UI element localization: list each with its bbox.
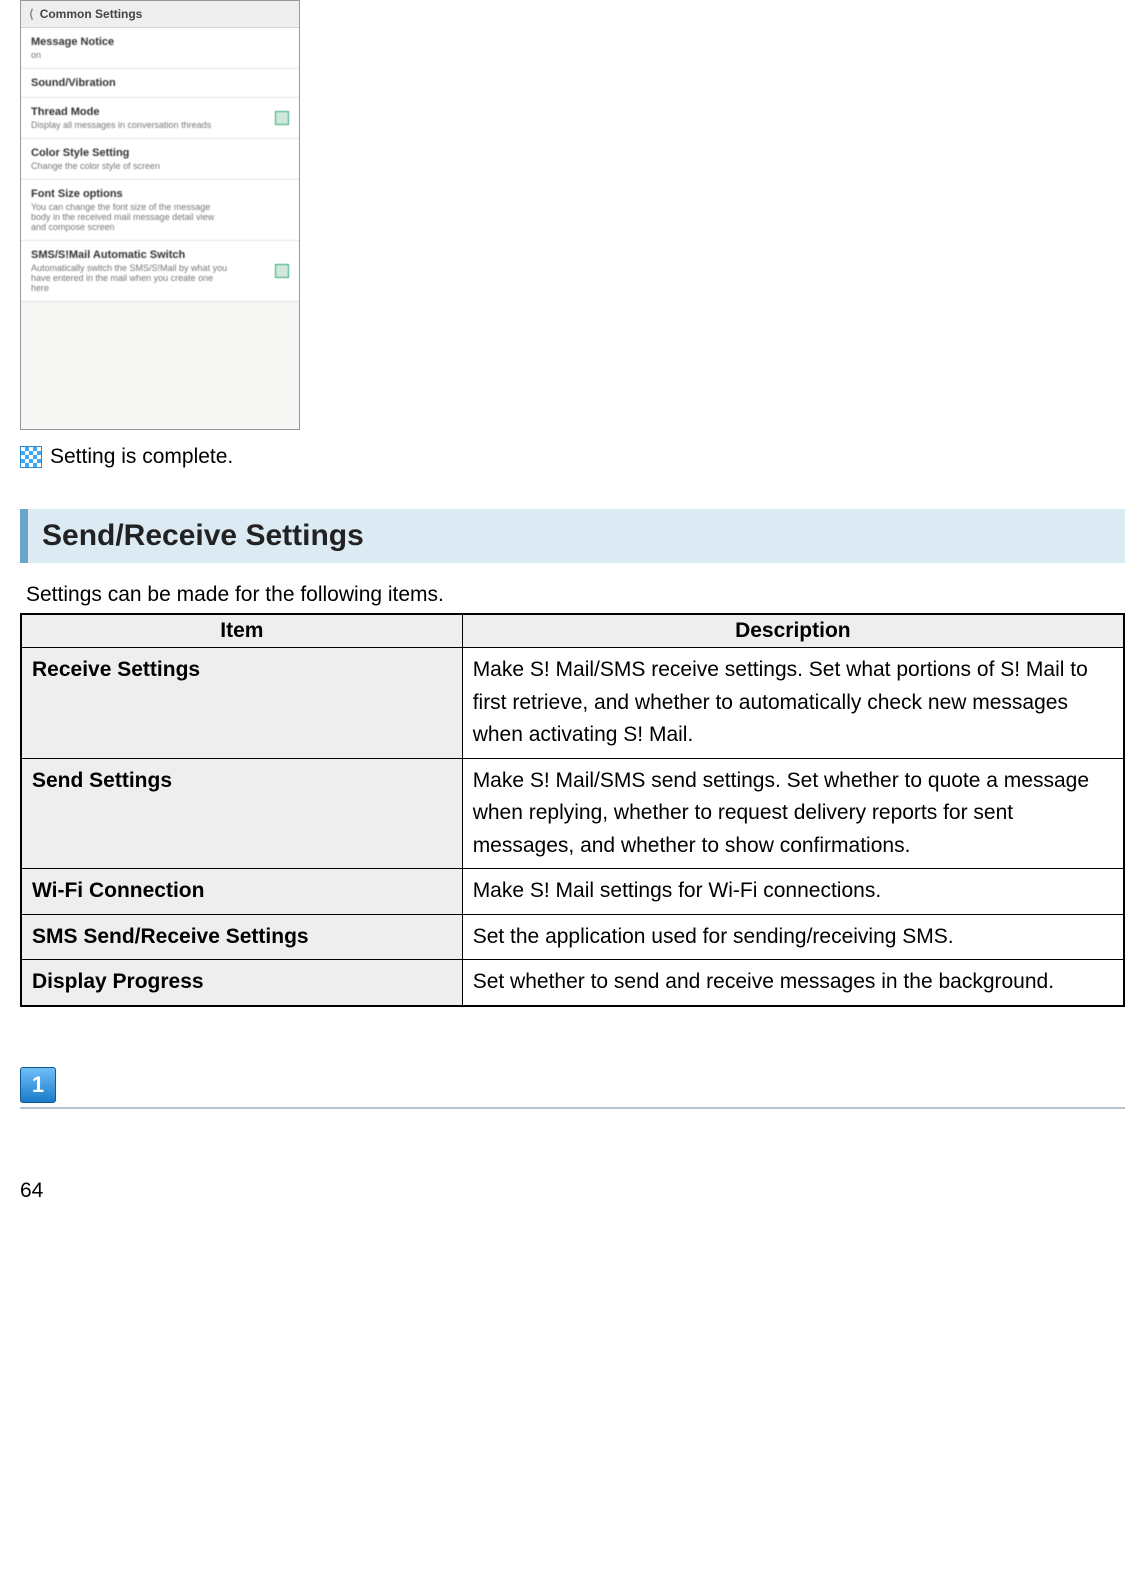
- table-item: Send Settings: [21, 758, 462, 869]
- table-row: SMS Send/Receive Settings Set the applic…: [21, 914, 1124, 960]
- step-divider: [20, 1107, 1125, 1109]
- table-desc: Set the application used for sending/rec…: [462, 914, 1124, 960]
- screenshot-row-sub: Display all messages in conversation thr…: [31, 120, 211, 130]
- screenshot-title: Common Settings: [40, 7, 143, 21]
- checkbox-icon: [275, 264, 289, 278]
- screenshot-row-label: SMS/S!Mail Automatic Switch: [31, 249, 231, 261]
- checker-icon: [20, 446, 42, 468]
- table-item: Wi-Fi Connection: [21, 869, 462, 915]
- screenshot-row-sub: on: [31, 50, 114, 60]
- section-heading: Send/Receive Settings: [20, 509, 1125, 563]
- table-item: SMS Send/Receive Settings: [21, 914, 462, 960]
- table-item: Display Progress: [21, 960, 462, 1006]
- table-desc: Make S! Mail/SMS send settings. Set whet…: [462, 758, 1124, 869]
- screenshot-row-sub: Automatically switch the SMS/S!Mail by w…: [31, 263, 231, 293]
- step-badge: 1: [20, 1067, 56, 1103]
- screenshot-row: Font Size options You can change the fon…: [21, 180, 299, 241]
- phone-screenshot: ⟨ Common Settings Message Notice on Soun…: [20, 0, 300, 430]
- page-number: 64: [20, 1179, 1125, 1203]
- screenshot-row-sub: You can change the font size of the mess…: [31, 202, 231, 232]
- table-desc: Set whether to send and receive messages…: [462, 960, 1124, 1006]
- screenshot-row-label: Thread Mode: [31, 106, 211, 118]
- setting-complete-text: Setting is complete.: [50, 445, 233, 469]
- intro-text: Settings can be made for the following i…: [26, 583, 1125, 607]
- table-desc: Make S! Mail/SMS receive settings. Set w…: [462, 648, 1124, 759]
- screenshot-row-label: Color Style Setting: [31, 147, 160, 159]
- screenshot-row: Thread Mode Display all messages in conv…: [21, 98, 299, 139]
- setting-complete-line: Setting is complete.: [20, 445, 1125, 469]
- screenshot-row-sub: Change the color style of screen: [31, 161, 160, 171]
- table-header-item: Item: [21, 614, 462, 648]
- screenshot-row: Sound/Vibration: [21, 69, 299, 98]
- table-row: Receive Settings Make S! Mail/SMS receiv…: [21, 648, 1124, 759]
- table-row: Wi-Fi Connection Make S! Mail settings f…: [21, 869, 1124, 915]
- screenshot-row: Message Notice on: [21, 28, 299, 69]
- checkbox-icon: [275, 111, 289, 125]
- table-desc: Make S! Mail settings for Wi-Fi connecti…: [462, 869, 1124, 915]
- screenshot-row: Color Style Setting Change the color sty…: [21, 139, 299, 180]
- table-item: Receive Settings: [21, 648, 462, 759]
- screenshot-titlebar: ⟨ Common Settings: [21, 1, 299, 28]
- table-header-desc: Description: [462, 614, 1124, 648]
- screenshot-row-label: Sound/Vibration: [31, 77, 116, 89]
- back-icon: ⟨: [29, 7, 34, 21]
- table-row: Display Progress Set whether to send and…: [21, 960, 1124, 1006]
- table-row: Send Settings Make S! Mail/SMS send sett…: [21, 758, 1124, 869]
- screenshot-row-label: Message Notice: [31, 36, 114, 48]
- settings-table: Item Description Receive Settings Make S…: [20, 613, 1125, 1007]
- screenshot-row-label: Font Size options: [31, 188, 231, 200]
- screenshot-row: SMS/S!Mail Automatic Switch Automaticall…: [21, 241, 299, 302]
